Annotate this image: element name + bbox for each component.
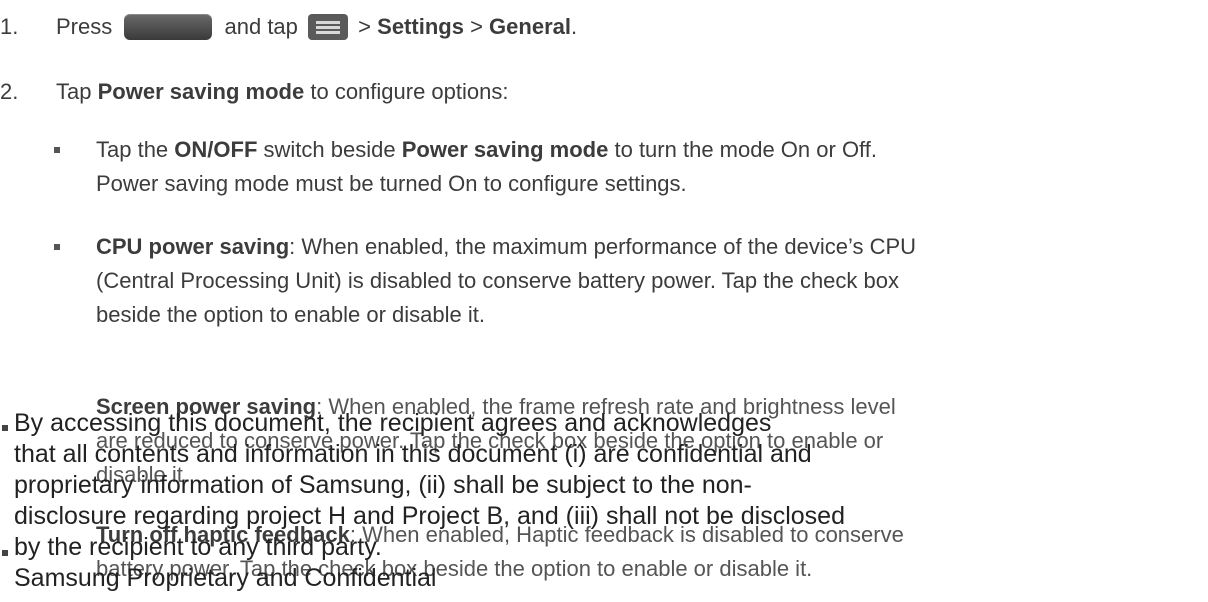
bullet-marker bbox=[2, 550, 8, 556]
step-number: 2. bbox=[0, 79, 19, 104]
bullet-line: CPU power saving: When enabled, the maxi… bbox=[96, 230, 1196, 264]
watermark-line: disclosure regarding project H and Proje… bbox=[14, 502, 845, 530]
bullet-line: beside the option to enable or disable i… bbox=[96, 302, 485, 327]
bullet-text: : When enabled, the maximum performance … bbox=[289, 234, 917, 259]
step-text: Tap Power saving mode to configure optio… bbox=[56, 79, 509, 105]
watermark-line: Samsung Proprietary and Confidential bbox=[14, 564, 437, 592]
bullet-marker bbox=[54, 244, 60, 250]
step-text-press: Press bbox=[56, 14, 113, 39]
watermark-line: by the recipient to any third party. bbox=[14, 533, 382, 561]
bullet-on-off: Tap the ON/OFF switch beside Power savin… bbox=[54, 133, 1196, 201]
power-saving-mode-label: Power saving mode bbox=[97, 79, 305, 104]
bullet-line: Tap the ON/OFF switch beside Power savin… bbox=[96, 133, 1196, 167]
watermark-line: that all contents and information in thi… bbox=[14, 440, 812, 468]
step-text-configure: to configure options: bbox=[310, 79, 509, 104]
separator: > bbox=[358, 14, 372, 39]
confidentiality-watermark: By accessing this document, the recipien… bbox=[14, 408, 1014, 594]
step-text-and-tap: and tap bbox=[224, 14, 298, 39]
period: . bbox=[570, 14, 578, 39]
bullet-text: Tap the bbox=[96, 137, 169, 162]
bullet-cpu-power-saving: CPU power saving: When enabled, the maxi… bbox=[54, 230, 1196, 332]
settings-label: Settings bbox=[377, 14, 464, 39]
watermark-line: proprietary information of Samsung, (ii)… bbox=[14, 471, 752, 499]
step-text: Press and tap > Settings > General. bbox=[56, 14, 577, 40]
on-off-label: ON/OFF bbox=[174, 137, 258, 162]
watermark-line: By accessing this document, the recipien… bbox=[14, 409, 772, 437]
cpu-power-saving-label: CPU power saving bbox=[96, 234, 290, 259]
menu-key-icon bbox=[308, 14, 349, 40]
general-label: General bbox=[489, 14, 571, 39]
step-number: 1. bbox=[0, 14, 19, 39]
bullet-marker bbox=[2, 425, 8, 431]
separator: > bbox=[470, 14, 483, 39]
power-saving-mode-label: Power saving mode bbox=[401, 137, 609, 162]
bullet-text: to turn the mode On or Off. bbox=[614, 137, 877, 162]
home-key-icon bbox=[124, 14, 213, 40]
bullet-line: Power saving mode must be turned On to c… bbox=[96, 171, 687, 196]
bullet-line: (Central Processing Unit) is disabled to… bbox=[96, 268, 899, 293]
step-text-tap: Tap bbox=[56, 79, 92, 104]
bullet-marker bbox=[54, 147, 60, 153]
bullet-text: switch beside bbox=[263, 137, 396, 162]
